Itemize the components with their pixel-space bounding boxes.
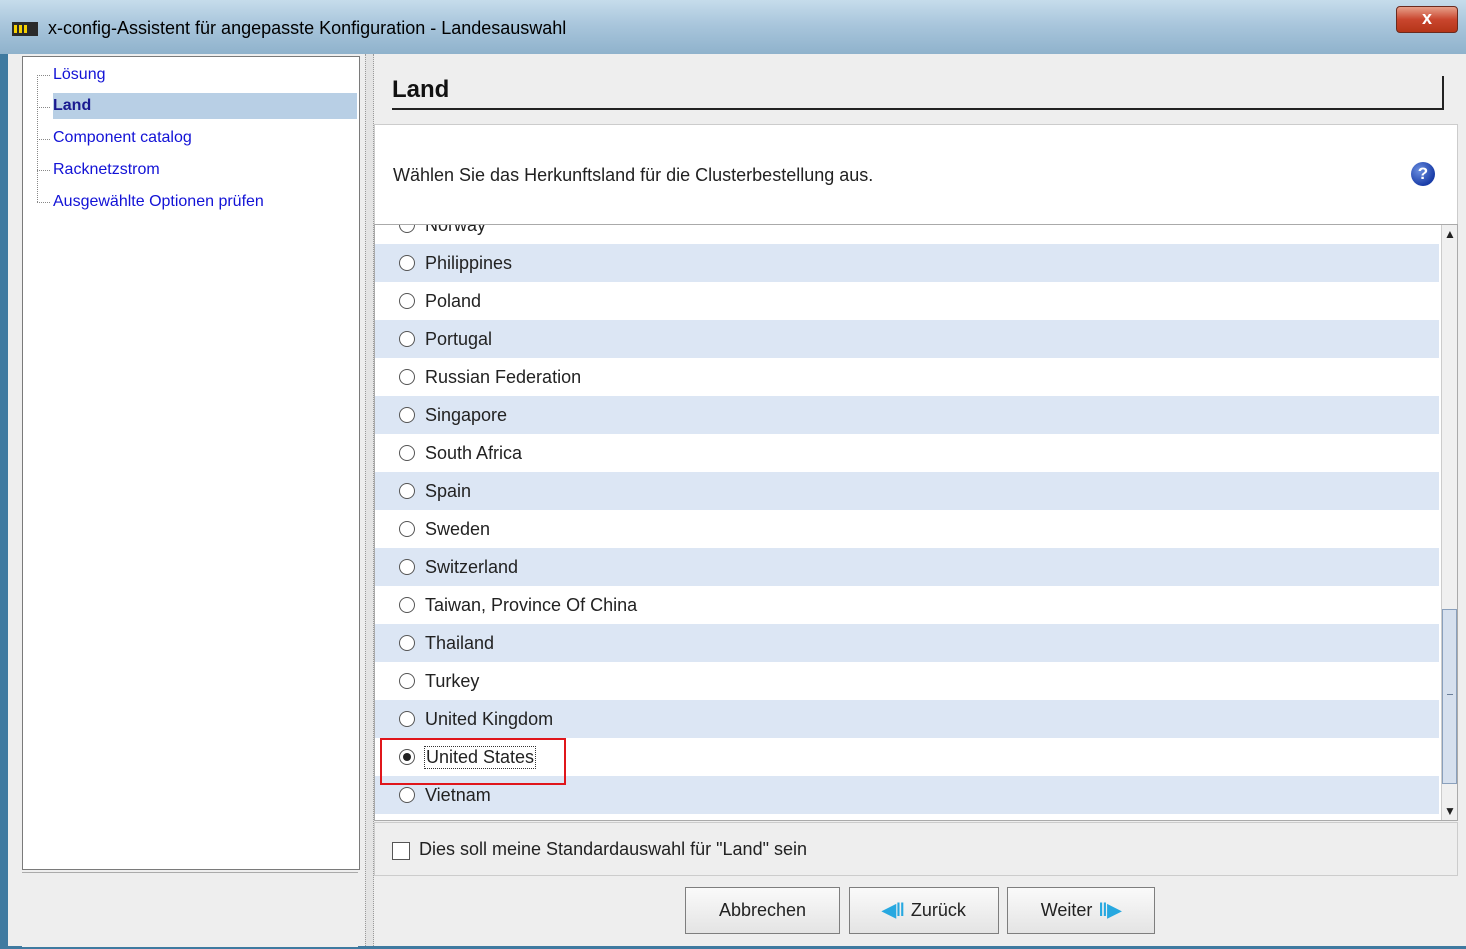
list-item[interactable]: United Kingdom: [375, 700, 1439, 738]
country-label: Portugal: [425, 329, 493, 349]
country-label: Taiwan, Province Of China: [425, 595, 638, 615]
scroll-down-icon[interactable]: ▼: [1442, 802, 1457, 820]
radio-button[interactable]: [399, 521, 415, 537]
radio-button[interactable]: [399, 369, 415, 385]
content-pane: Land Wählen Sie das Herkunftsland für di…: [374, 54, 1466, 946]
radio-button[interactable]: [399, 559, 415, 575]
tree-connector: [37, 75, 50, 76]
list-item[interactable]: South Africa: [375, 434, 1439, 472]
next-button[interactable]: Weiter ǁ▶: [1007, 887, 1155, 934]
country-label: Singapore: [425, 405, 508, 425]
list-item[interactable]: Spain: [375, 472, 1439, 510]
description-text: Wählen Sie das Herkunftsland für die Clu…: [393, 165, 874, 185]
annotation-highlight-box: [380, 738, 566, 785]
country-label: Poland: [425, 291, 482, 311]
default-checkbox-label: Dies soll meine Standardauswahl für "Lan…: [419, 839, 807, 859]
tree-connector: [37, 107, 50, 108]
cancel-label: Abbrechen: [718, 900, 807, 920]
default-selection-row: Dies soll meine Standardauswahl für "Lan…: [374, 822, 1458, 876]
tree-item-ausgewaehlte-optionen[interactable]: Ausgewählte Optionen prüfen: [53, 189, 264, 215]
back-label: Zurück: [910, 900, 966, 920]
country-label: Thailand: [425, 633, 495, 653]
scroll-thumb[interactable]: [1442, 609, 1457, 784]
app-icon: [12, 22, 38, 36]
country-label: Norway: [425, 224, 487, 235]
tree-item-component-catalog[interactable]: Component catalog: [53, 125, 192, 151]
tree-connector: [37, 139, 50, 140]
back-button[interactable]: ◀ǁ Zurück: [849, 887, 999, 934]
country-label: Switzerland: [425, 557, 519, 577]
radio-button[interactable]: [399, 597, 415, 613]
list-item[interactable]: Switzerland: [375, 548, 1439, 586]
left-footer: [22, 872, 358, 947]
arrow-left-icon: ◀ǁ: [882, 900, 905, 920]
country-label: Russian Federation: [425, 367, 582, 387]
cancel-button[interactable]: Abbrechen: [685, 887, 840, 934]
title-bar: x-config-Assistent für angepasste Konfig…: [0, 0, 1466, 54]
country-label: Philippines: [425, 253, 513, 273]
list-item[interactable]: Sweden: [375, 510, 1439, 548]
list-item[interactable]: Taiwan, Province Of China: [375, 586, 1439, 624]
tree-connector: [37, 170, 50, 171]
radio-button[interactable]: [399, 711, 415, 727]
radio-button[interactable]: [399, 331, 415, 347]
title-underline: [1442, 76, 1444, 110]
country-label: South Africa: [425, 443, 523, 463]
radio-button[interactable]: [399, 255, 415, 271]
tree-item-loesung[interactable]: Lösung: [53, 62, 106, 88]
country-label: Sweden: [425, 519, 491, 539]
default-checkbox[interactable]: [392, 842, 410, 860]
tree-connector: [37, 202, 50, 203]
list-item[interactable]: Singapore: [375, 396, 1439, 434]
tree-item-racknetzstrom[interactable]: Racknetzstrom: [53, 157, 160, 183]
scroll-up-icon[interactable]: ▲: [1442, 225, 1457, 243]
vertical-scrollbar[interactable]: ▲ ▼: [1441, 225, 1457, 820]
list-item[interactable]: Poland: [375, 282, 1439, 320]
window-title: x-config-Assistent für angepasste Konfig…: [48, 18, 567, 38]
list-item[interactable]: Philippines: [375, 244, 1439, 282]
list-item[interactable]: Portugal: [375, 320, 1439, 358]
question-circle-icon[interactable]: ?: [1411, 162, 1435, 186]
radio-button[interactable]: [399, 673, 415, 689]
country-label: United Kingdom: [425, 709, 554, 729]
tree-item-land[interactable]: Land: [53, 93, 357, 119]
radio-button[interactable]: [399, 225, 415, 233]
grip-icon: [1447, 694, 1453, 695]
country-label: Vietnam: [425, 785, 491, 805]
dialog-body: Lösung Land Component catalog Racknetzst…: [8, 54, 1466, 947]
close-button[interactable]: x: [1396, 6, 1458, 33]
pane-splitter[interactable]: [365, 54, 374, 946]
radio-button[interactable]: [399, 445, 415, 461]
next-label: Weiter: [1040, 900, 1093, 920]
list-item[interactable]: Thailand: [375, 624, 1439, 662]
list-item[interactable]: Turkey: [375, 662, 1439, 700]
list-item[interactable]: Norway: [375, 224, 1439, 244]
arrow-right-icon: ǁ▶: [1098, 900, 1122, 920]
country-list: Norway Philippines Poland Portugal Russi…: [374, 224, 1458, 821]
radio-button[interactable]: [399, 293, 415, 309]
description-panel: Wählen Sie das Herkunftsland für die Clu…: [374, 124, 1458, 226]
page-title: Land: [392, 76, 450, 103]
country-label: Turkey: [425, 671, 480, 691]
close-icon: x: [1421, 8, 1432, 28]
radio-button[interactable]: [399, 407, 415, 423]
app-window: x-config-Assistent für angepasste Konfig…: [0, 0, 1466, 949]
radio-button[interactable]: [399, 635, 415, 651]
list-item[interactable]: Russian Federation: [375, 358, 1439, 396]
radio-button[interactable]: [399, 787, 415, 803]
radio-button[interactable]: [399, 483, 415, 499]
navigation-tree: Lösung Land Component catalog Racknetzst…: [22, 56, 360, 870]
country-label: Spain: [425, 481, 472, 501]
title-underline: [392, 108, 1444, 110]
